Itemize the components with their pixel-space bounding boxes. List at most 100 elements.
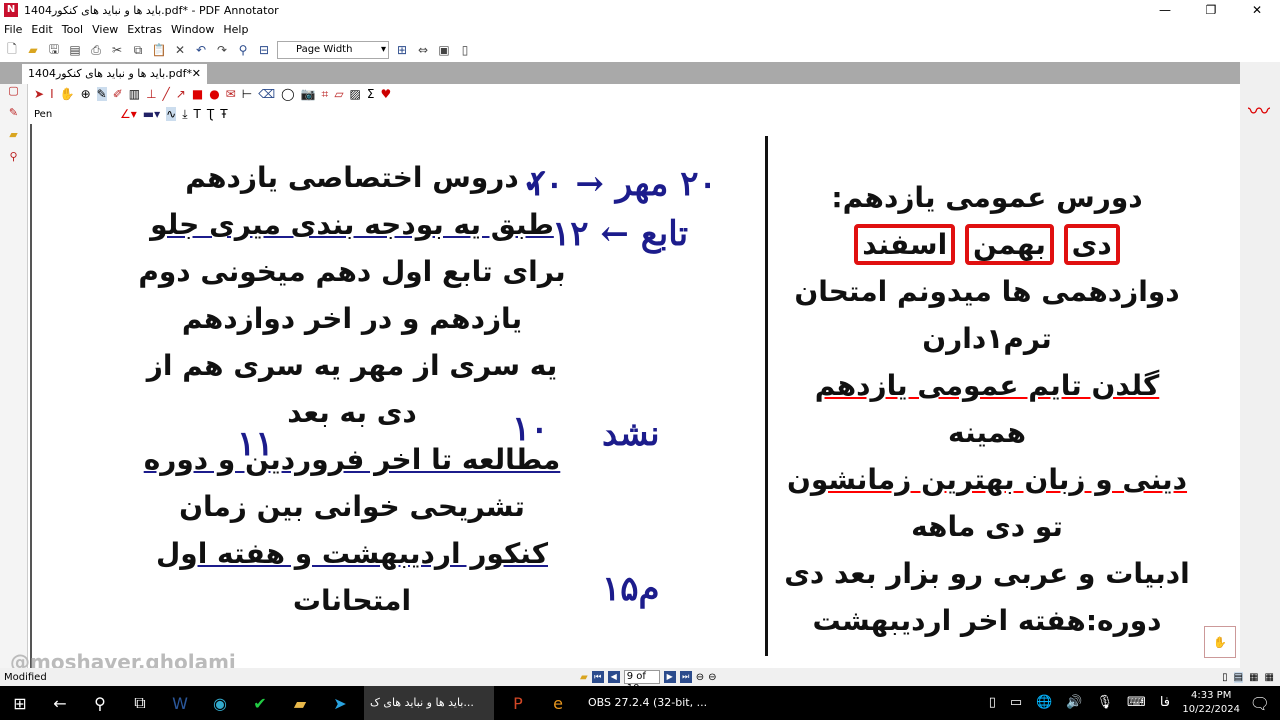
telegram-icon[interactable]: ➤ <box>320 694 360 713</box>
eraser-icon[interactable]: ⌫ <box>258 87 275 101</box>
pin-icon[interactable]: ⤓ <box>182 107 187 122</box>
continuous-view-icon[interactable]: ▤ <box>1233 671 1244 683</box>
lasso-icon[interactable]: ◯ <box>281 87 294 101</box>
menu-view[interactable]: View <box>92 23 118 36</box>
pages-panel-icon[interactable]: ▢ <box>0 84 27 106</box>
phone-icon[interactable]: ▯ <box>989 686 996 720</box>
bookmark-icon[interactable]: ▰ <box>580 672 588 683</box>
network-icon[interactable]: 🌐 <box>1036 686 1052 720</box>
search-icon[interactable]: ⚲ <box>80 694 120 713</box>
delete-icon[interactable]: ✕ <box>172 42 188 58</box>
menu-extras[interactable]: Extras <box>127 23 162 36</box>
pen-icon[interactable]: ✎ <box>0 106 27 128</box>
back-arrow-icon[interactable]: ← <box>40 694 80 713</box>
last-page-button[interactable]: ⏭ <box>679 671 692 683</box>
first-page-button[interactable]: ⏮ <box>591 671 604 683</box>
tablet-icon[interactable]: ▭ <box>1010 686 1022 720</box>
zoom-mode-select[interactable]: Page Width <box>277 41 389 59</box>
single-page-view-icon[interactable]: ▯ <box>1222 672 1228 683</box>
two-page-view-icon[interactable]: ▦ <box>1249 672 1258 683</box>
cut-icon[interactable]: ✂ <box>109 42 125 58</box>
fit-page-icon[interactable]: ▣ <box>436 42 452 58</box>
keyboard-icon[interactable]: ⌨ <box>1127 686 1146 720</box>
status-bar: Modified ▰ ⏮ ◀ 9 of 10 ▶ ⏭ ⊖ ⊖ ▯ ▤ ▦ ▦ <box>0 668 1280 694</box>
pdf-page[interactable]: دورس عمومی یازدهم: دی بهمن اسفند دوازدهم… <box>30 124 1240 668</box>
fullscreen-icon[interactable]: ▯ <box>457 42 473 58</box>
circle-icon[interactable]: ● <box>209 87 219 101</box>
folder-icon[interactable]: ▰ <box>0 128 27 150</box>
arrow-icon[interactable]: ↗ <box>176 87 186 101</box>
word-icon[interactable]: W <box>160 694 200 713</box>
magnifier-icon[interactable]: ⊕ <box>81 87 91 101</box>
menu-help[interactable]: Help <box>223 23 248 36</box>
rectangle-icon[interactable]: ■ <box>192 87 203 101</box>
ruler-icon[interactable]: ▱ <box>334 87 343 101</box>
pen-tool-icon[interactable]: ✎ <box>96 87 107 101</box>
language-indicator[interactable]: فا <box>1160 686 1170 720</box>
insert-image-icon[interactable]: ▨ <box>350 87 361 101</box>
volume-icon[interactable]: 🔊 <box>1066 686 1082 720</box>
smooth-icon[interactable]: ∿ <box>166 107 177 121</box>
maximize-button[interactable]: ❐ <box>1188 0 1234 20</box>
attachment-icon[interactable]: ⚲ <box>0 150 27 172</box>
paste-icon[interactable]: 📋 <box>151 42 167 58</box>
copy-icon[interactable]: ⧉ <box>130 42 146 58</box>
edge-icon[interactable]: ◉ <box>200 694 240 713</box>
annotation-note-icon[interactable]: ✋ <box>1204 626 1236 658</box>
save-as-icon[interactable]: ▤ <box>67 42 83 58</box>
pen-width-button[interactable]: ▬▾ <box>143 107 160 121</box>
menu-window[interactable]: Window <box>171 23 214 36</box>
page-number-input[interactable]: 9 of 10 <box>623 670 660 694</box>
taskbar-pdf-annotator[interactable]: باید ها و نباید های ک... <box>364 686 494 720</box>
note-icon[interactable]: ✉ <box>226 87 236 101</box>
find-icon[interactable]: ⚲ <box>235 42 251 58</box>
back-icon[interactable]: ⊖ <box>696 672 704 683</box>
new-icon[interactable]: 🗋 <box>4 42 20 58</box>
pen-color-button[interactable]: ∠▾ <box>120 107 137 121</box>
open-folder-icon[interactable]: ▰ <box>25 42 41 58</box>
redo-icon[interactable]: ↷ <box>214 42 230 58</box>
select-icon[interactable]: ➤ <box>34 87 44 101</box>
document-tab[interactable]: باید ها و نباید های کنکور1404.pdf* ✕ <box>22 64 207 84</box>
text-squiggly-icon[interactable]: Ʈ <box>207 107 214 121</box>
shield-icon[interactable]: ✔ <box>240 694 280 713</box>
chart-icon[interactable]: ▥ <box>129 87 140 101</box>
start-icon[interactable]: ⊞ <box>0 694 40 713</box>
text-strike-icon[interactable]: Ŧ <box>220 107 227 121</box>
taskbar-obs[interactable]: OBS 27.2.4 (32-bit, ... <box>582 686 712 720</box>
microphone-icon[interactable]: 🎙 <box>1097 686 1114 720</box>
prev-page-button[interactable]: ◀ <box>607 671 620 683</box>
zoom-out-icon[interactable]: ⊟ <box>256 42 272 58</box>
save-icon[interactable]: 🖫 <box>46 42 62 58</box>
clock[interactable]: 4:33 PM 10/22/2024 <box>1182 689 1240 717</box>
undo-icon[interactable]: ↶ <box>193 42 209 58</box>
task-view-icon[interactable]: ⧉ <box>120 693 160 713</box>
close-tab-icon[interactable]: ✕ <box>192 64 201 84</box>
next-page-button[interactable]: ▶ <box>663 671 676 683</box>
grid-view-icon[interactable]: ▦ <box>1265 672 1274 683</box>
close-button[interactable]: ✕ <box>1234 0 1280 20</box>
text-underline-icon[interactable]: T <box>194 107 201 121</box>
camera-icon[interactable]: 📷 <box>301 87 316 101</box>
sigma-icon[interactable]: Σ <box>367 87 375 101</box>
hand-icon[interactable]: ✋ <box>60 87 75 101</box>
crop-icon[interactable]: ⌗ <box>322 87 329 102</box>
line-icon[interactable]: ╱ <box>163 87 170 101</box>
explorer-icon[interactable]: ▰ <box>280 694 320 713</box>
text-select-icon[interactable]: I <box>50 87 54 101</box>
fit-width-icon[interactable]: ⇔ <box>415 42 431 58</box>
measure-icon[interactable]: ⊢ <box>242 87 252 101</box>
browser-e-icon[interactable]: e <box>538 694 578 713</box>
forward-icon[interactable]: ⊖ <box>708 672 716 683</box>
menu-tool[interactable]: Tool <box>62 23 83 36</box>
notification-icon[interactable]: 🗨 <box>1250 694 1270 713</box>
favorites-heart-icon[interactable]: ♥ <box>380 87 391 101</box>
powerpoint-icon[interactable]: P <box>498 694 538 713</box>
print-icon[interactable]: ⎙ <box>88 42 104 58</box>
menu-edit[interactable]: Edit <box>31 23 52 36</box>
minimize-button[interactable]: — <box>1142 0 1188 20</box>
menu-file[interactable]: File <box>4 23 22 36</box>
stamp-icon[interactable]: ⊥ <box>146 87 156 101</box>
highlighter-icon[interactable]: ✐ <box>113 87 123 101</box>
zoom-in-icon[interactable]: ⊞ <box>394 42 410 58</box>
